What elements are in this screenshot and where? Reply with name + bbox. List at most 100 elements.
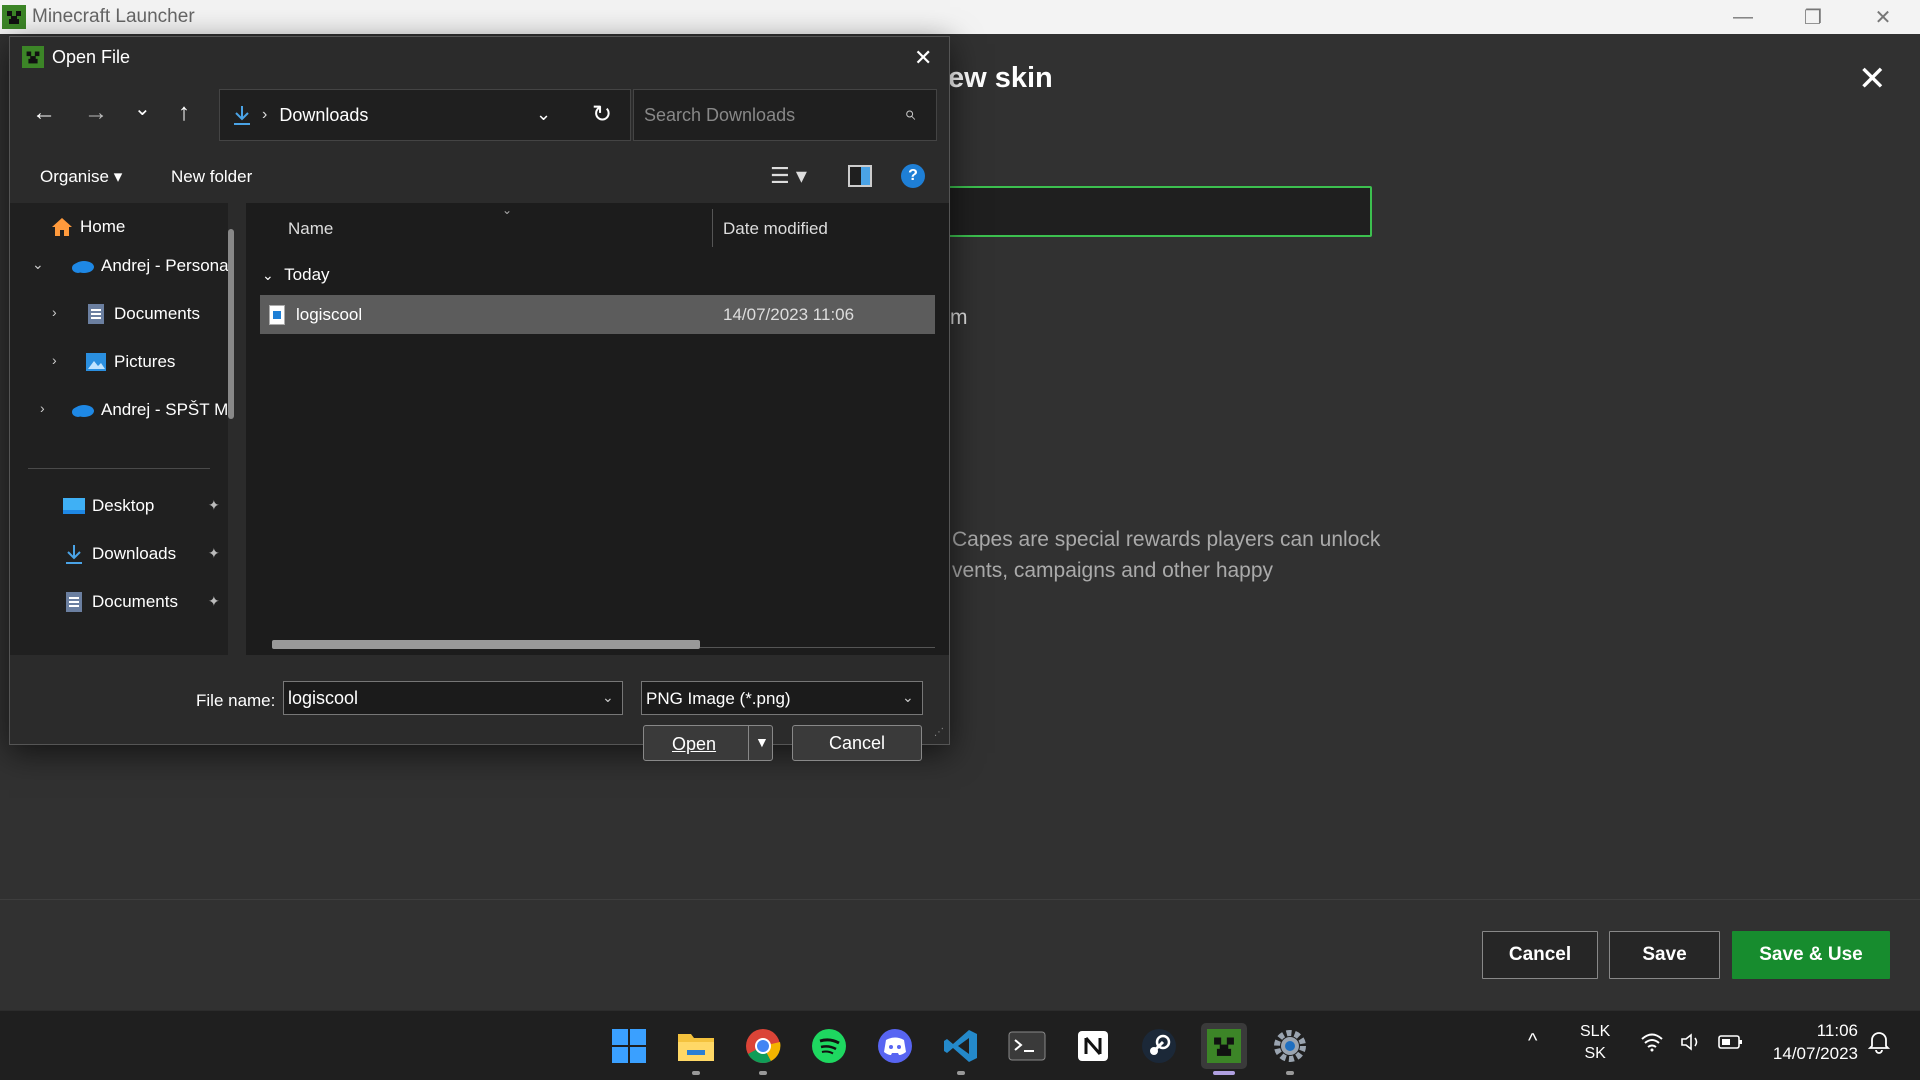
text-fragment: m [950,306,968,329]
new-folder-button[interactable]: New folder [171,167,252,187]
gear-icon [1274,1030,1306,1062]
terminal-button[interactable] [1004,1023,1050,1069]
save-button[interactable]: Save [1609,931,1720,979]
up-arrow-icon[interactable]: ↑ [178,101,190,125]
nav-divider [28,468,210,469]
forward-arrow-icon[interactable]: → [84,101,108,125]
collapse-chevron-icon: ⌄ [262,267,274,283]
pin-icon[interactable]: ✦ [208,497,220,514]
panel-close-icon[interactable]: ✕ [1858,62,1887,96]
vscode-icon [944,1030,977,1062]
nav-item-home[interactable]: Home [50,209,125,245]
expand-chevron-icon[interactable]: › [40,400,45,416]
file-explorer-button[interactable] [673,1023,719,1075]
view-options-icon[interactable]: ☰ ▾ [770,163,807,189]
address-dropdown-chevron-icon[interactable]: ⌄ [536,104,551,125]
png-file-icon [269,304,285,325]
terminal-icon [1008,1031,1046,1061]
open-file-dialog: Open File ✕ ← → ⌄ ↑ › Downloads ⌄ ↻ ⌕ Or… [9,36,950,761]
file-name-dropdown-chevron-icon[interactable]: ⌄ [602,689,614,706]
settings-button[interactable] [1267,1023,1313,1075]
minecraft-launcher-button[interactable] [1201,1023,1247,1075]
pin-icon[interactable]: ✦ [208,545,220,562]
address-location[interactable]: Downloads [279,105,368,126]
refresh-icon[interactable]: ↻ [592,100,612,129]
recent-locations-chevron-icon[interactable]: ⌄ [134,97,151,121]
search-input[interactable] [644,104,884,126]
minimize-button[interactable]: — [1708,0,1778,34]
nav-item-onedrive-personal[interactable]: ⌄ Andrej - Persona [32,248,228,284]
dialog-close-icon[interactable]: ✕ [914,45,932,71]
nav-item-label: Desktop [92,496,155,515]
quick-access-downloads[interactable]: Downloads [62,536,176,572]
expand-chevron-icon[interactable]: › [52,352,57,368]
tray-overflow-chevron[interactable]: ^ [1528,1030,1537,1053]
file-list-pane: Name ⌄ Date modified ⌄ Today logiscool 1… [246,203,949,655]
column-header-date-modified[interactable]: Date modified [723,219,828,239]
address-bar[interactable]: › Downloads ⌄ ↻ [219,89,631,141]
file-name-input[interactable] [288,688,588,709]
notion-button[interactable] [1070,1023,1116,1069]
discord-button[interactable] [872,1023,918,1069]
footer-divider [0,899,1920,900]
expand-chevron-icon[interactable]: › [52,304,57,320]
cancel-button[interactable]: Cancel [1482,931,1598,979]
column-headers: Name ⌄ Date modified [246,203,949,251]
save-and-use-button[interactable]: Save & Use [1732,931,1890,979]
vscode-button[interactable] [938,1023,984,1075]
navigation-pane: Home ⌄ Andrej - Persona › Documents › Pi… [10,203,228,655]
file-type-value: PNG Image (*.png) [646,689,791,708]
file-name-label: File name: [196,691,276,710]
group-header-today[interactable]: ⌄ Today [262,265,330,285]
quick-access-desktop[interactable]: Desktop [62,488,154,524]
spotify-button[interactable] [806,1023,852,1069]
file-type-dropdown-chevron-icon[interactable]: ⌄ [902,689,914,706]
back-arrow-icon[interactable]: ← [32,101,56,125]
file-name-combobox[interactable]: ⌄ [283,681,623,715]
taskbar [0,1010,1920,1080]
language-indicator[interactable]: SLK SK [1580,1021,1610,1065]
running-indicator [1213,1071,1235,1075]
running-indicator [957,1071,965,1075]
minecraft-icon [2,5,26,29]
horizontal-scrollbar-track[interactable] [700,647,935,648]
steam-button[interactable] [1136,1023,1182,1069]
clock[interactable]: 11:06 14/07/2023 [1752,1019,1858,1065]
nav-pane-scrollbar[interactable] [228,229,234,419]
quick-access-documents[interactable]: Documents [62,584,178,620]
file-type-select[interactable]: PNG Image (*.png) ⌄ [641,681,923,715]
pin-icon[interactable]: ✦ [208,593,220,610]
download-icon [234,106,250,125]
search-icon[interactable]: ⌕ [904,103,915,126]
maximize-button[interactable]: ❐ [1778,0,1848,34]
notification-icon[interactable] [1867,1030,1891,1060]
open-button[interactable]: Open ▼ [643,725,773,761]
column-divider[interactable] [712,209,713,247]
skin-name-input[interactable] [900,186,1372,237]
running-indicator [759,1071,767,1075]
preview-pane-icon[interactable] [848,165,872,187]
group-label: Today [284,265,330,284]
start-button[interactable] [606,1023,652,1069]
expand-chevron-icon[interactable]: ⌄ [32,256,44,273]
file-row[interactable]: logiscool 14/07/2023 11:06 [260,295,935,334]
nav-item-onedrive-school[interactable]: › Andrej - SPŠT M [38,392,228,428]
open-button-label: Open [672,734,717,754]
resize-grip-icon[interactable]: ⋰ [934,727,944,738]
organise-menu-button[interactable]: Organise ▾ [40,167,122,187]
search-box[interactable]: ⌕ [633,89,937,141]
chrome-button[interactable] [740,1023,786,1075]
help-icon[interactable]: ? [901,164,925,188]
tray-icons[interactable] [1640,1032,1744,1052]
column-header-name[interactable]: Name [288,219,333,239]
dialog-titlebar: Open File ✕ [10,37,949,77]
horizontal-scrollbar-thumb[interactable] [272,640,700,649]
download-icon [62,543,86,565]
nav-item-documents[interactable]: › Documents [50,296,200,332]
home-icon [50,216,74,238]
close-window-button[interactable]: ✕ [1848,0,1918,34]
open-dropdown-arrow-icon[interactable]: ▼ [755,734,769,750]
dialog-cancel-button[interactable]: Cancel [792,725,922,761]
nav-item-pictures[interactable]: › Pictures [50,344,175,380]
windows-icon [612,1029,646,1063]
